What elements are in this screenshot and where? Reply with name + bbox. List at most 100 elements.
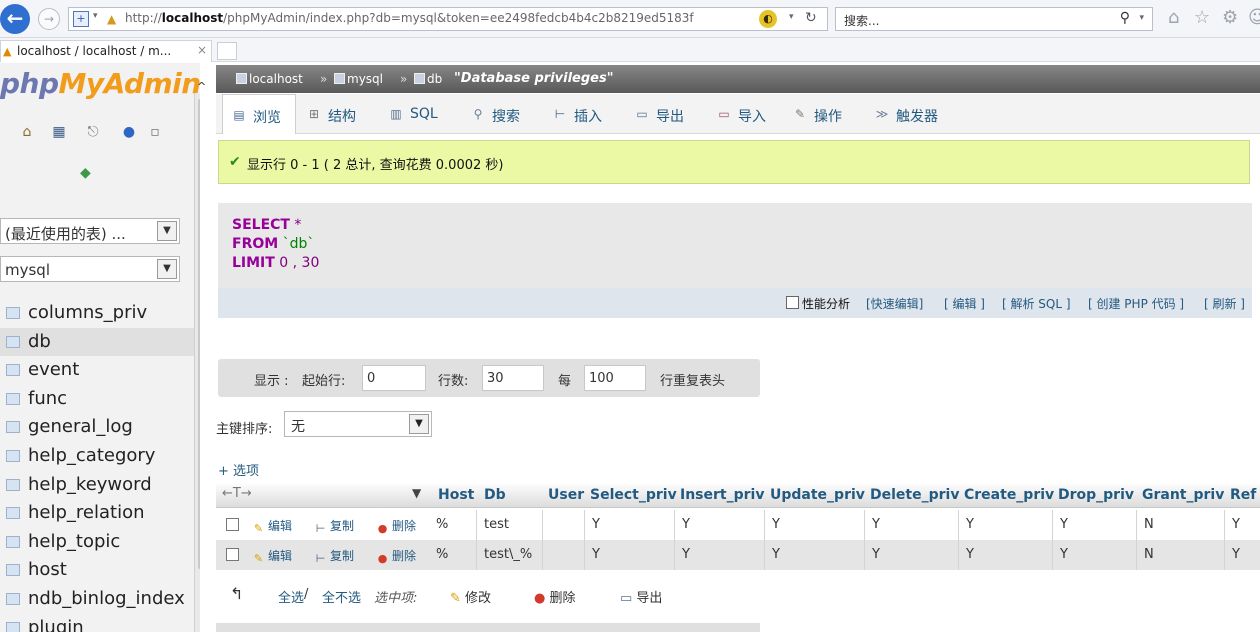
cell-db[interactable]: test\_%	[484, 547, 532, 562]
chevron-down-icon[interactable]: ▾	[1139, 13, 1144, 23]
column-header-select-priv[interactable]: Select_priv	[590, 487, 677, 503]
cell-delete-priv[interactable]: Y	[872, 517, 880, 532]
table-item-help_keyword[interactable]: help_keyword	[0, 471, 196, 500]
help-icon[interactable]: ●	[120, 123, 138, 141]
chevron-down-icon[interactable]: ▼	[409, 414, 429, 434]
url-text[interactable]: http://localhost/phpMyAdmin/index.php?db…	[125, 11, 735, 25]
table-item-host[interactable]: host	[0, 556, 196, 585]
cell-insert-priv[interactable]: Y	[682, 517, 690, 532]
table-item-help_relation[interactable]: help_relation	[0, 499, 196, 528]
table-item-ndb_binlog_index[interactable]: ndb_binlog_index	[0, 585, 196, 614]
cell-create-priv[interactable]: Y	[966, 517, 974, 532]
table-item-plugin[interactable]: plugin	[0, 614, 196, 632]
start-row-input[interactable]	[362, 365, 426, 391]
chevron-down-icon[interactable]: ▼	[157, 259, 177, 279]
bulk-change-button[interactable]: ✎ 修改	[450, 587, 491, 606]
cell-grant-priv[interactable]: N	[1144, 517, 1154, 532]
address-bar[interactable]: + ▾ ▲ http://localhost/phpMyAdmin/index.…	[68, 7, 828, 31]
cell-ref[interactable]: Y	[1232, 547, 1240, 562]
chevron-down-icon[interactable]: ▼	[157, 221, 177, 241]
table-item-columns_priv[interactable]: columns_priv	[0, 299, 196, 328]
collapse-nav-icon[interactable]: ^	[197, 80, 206, 93]
column-toggle-arrows[interactable]: ←T→	[222, 486, 252, 501]
search-icon[interactable]: ⚲	[1120, 10, 1130, 26]
column-header-ref[interactable]: Ref	[1230, 487, 1256, 503]
table-item-db[interactable]: db	[0, 327, 196, 357]
breadcrumb-server[interactable]: localhost	[236, 72, 303, 86]
cell-drop-priv[interactable]: Y	[1060, 547, 1068, 562]
edit-link[interactable]: [ 编辑 ]	[944, 295, 985, 312]
gear-icon[interactable]: ⚙	[1222, 8, 1238, 28]
scrollbar-thumb[interactable]	[198, 99, 200, 569]
browser-tab[interactable]: ▲ localhost / localhost / m... ×	[0, 40, 212, 62]
cell-insert-priv[interactable]: Y	[682, 547, 690, 562]
row-delete-link[interactable]: ● 删除	[376, 517, 416, 535]
tab-insert[interactable]: ⊢ 插入	[544, 94, 622, 134]
row-count-input[interactable]	[482, 365, 544, 391]
cell-create-priv[interactable]: Y	[966, 547, 974, 562]
smiley-icon[interactable]: ☺	[1248, 8, 1260, 28]
back-arrow-icon[interactable]: ←	[0, 4, 30, 34]
sql-window-icon[interactable]: ▦	[50, 123, 68, 141]
cell-select-priv[interactable]: Y	[592, 547, 600, 562]
row-edit-link[interactable]: ✎ 编辑	[252, 517, 292, 535]
database-select[interactable]: mysql ▼	[0, 256, 180, 282]
column-header-user[interactable]: User	[548, 487, 584, 503]
tab-browse[interactable]: ▤ 浏览	[222, 94, 296, 134]
column-header-grant-priv[interactable]: Grant_priv	[1142, 487, 1224, 503]
column-header-host[interactable]: Host	[438, 487, 474, 503]
column-header-create-priv[interactable]: Create_priv	[964, 487, 1054, 503]
cell-host[interactable]: %	[436, 517, 448, 532]
row-copy-link[interactable]: ⊢ 复制	[314, 517, 354, 535]
row-checkbox[interactable]	[226, 548, 239, 561]
chevron-down-icon[interactable]: ▾	[789, 12, 794, 22]
recent-tables-select[interactable]: (最近使用的表) ... ▼	[0, 218, 180, 244]
refresh-link[interactable]: [ 刷新 ]	[1204, 295, 1245, 312]
row-copy-link[interactable]: ⊢ 复制	[314, 547, 354, 565]
tab-operations[interactable]: ✎ 操作	[784, 94, 868, 134]
tab-search[interactable]: ⚲ 搜索	[462, 94, 542, 134]
column-header-db[interactable]: Db	[484, 487, 506, 503]
inline-edit-link[interactable]: [快速编辑]	[866, 295, 923, 312]
uncheck-all-link[interactable]: 全不选	[322, 587, 361, 606]
column-header-drop-priv[interactable]: Drop_priv	[1058, 487, 1134, 503]
column-header-insert-priv[interactable]: Insert_priv	[680, 487, 764, 503]
cell-update-priv[interactable]: Y	[772, 517, 780, 532]
repeat-header-input[interactable]	[584, 365, 646, 391]
browser-search-input[interactable]: 搜索... ⚲ ▾	[835, 7, 1153, 31]
table-item-help_topic[interactable]: help_topic	[0, 528, 196, 557]
tab-triggers[interactable]: ≫ 触发器	[866, 94, 966, 134]
tab-structure[interactable]: ⊞ 结构	[298, 94, 376, 134]
explain-sql-link[interactable]: [ 解析 SQL ]	[1002, 295, 1071, 312]
home-icon[interactable]: ⌂	[18, 123, 36, 141]
row-delete-link[interactable]: ● 删除	[376, 547, 416, 565]
column-header-delete-priv[interactable]: Delete_priv	[870, 487, 959, 503]
column-header-update-priv[interactable]: Update_priv	[770, 487, 865, 503]
bulk-export-button[interactable]: ▭ 导出	[620, 587, 662, 606]
row-edit-link[interactable]: ✎ 编辑	[252, 547, 292, 565]
table-item-help_category[interactable]: help_category	[0, 442, 196, 471]
cell-db[interactable]: test	[484, 517, 509, 532]
tab-export[interactable]: ▭ 导出	[626, 94, 706, 134]
star-icon[interactable]: ☆	[1194, 8, 1210, 28]
chevron-down-icon[interactable]: ▾	[93, 11, 98, 21]
cell-grant-priv[interactable]: N	[1144, 547, 1154, 562]
nav-scrollbar[interactable]	[194, 93, 200, 632]
cell-update-priv[interactable]: Y	[772, 547, 780, 562]
home-icon[interactable]: ⌂	[1168, 8, 1179, 28]
cell-ref[interactable]: Y	[1232, 517, 1240, 532]
table-item-event[interactable]: event	[0, 356, 196, 385]
tab-import[interactable]: ▭ 导入	[708, 94, 788, 134]
phpmyadmin-logo[interactable]: phpMyAdmin	[0, 67, 200, 100]
bulk-delete-button[interactable]: ● 删除	[534, 587, 576, 606]
breadcrumb-table[interactable]: db	[414, 72, 442, 86]
table-item-general_log[interactable]: general_log	[0, 413, 196, 442]
tab-sql[interactable]: ▥ SQL	[380, 94, 460, 134]
compatibility-icon[interactable]: ◐	[759, 10, 777, 28]
new-tab-button[interactable]	[217, 42, 237, 60]
options-link[interactable]: + 选项	[218, 460, 259, 479]
profiling-checkbox[interactable]	[786, 296, 799, 309]
settings-icon[interactable]: ▫	[146, 123, 164, 141]
sort-dropdown-icon[interactable]: ▼	[412, 486, 421, 500]
breadcrumb-database[interactable]: mysql	[334, 72, 383, 86]
